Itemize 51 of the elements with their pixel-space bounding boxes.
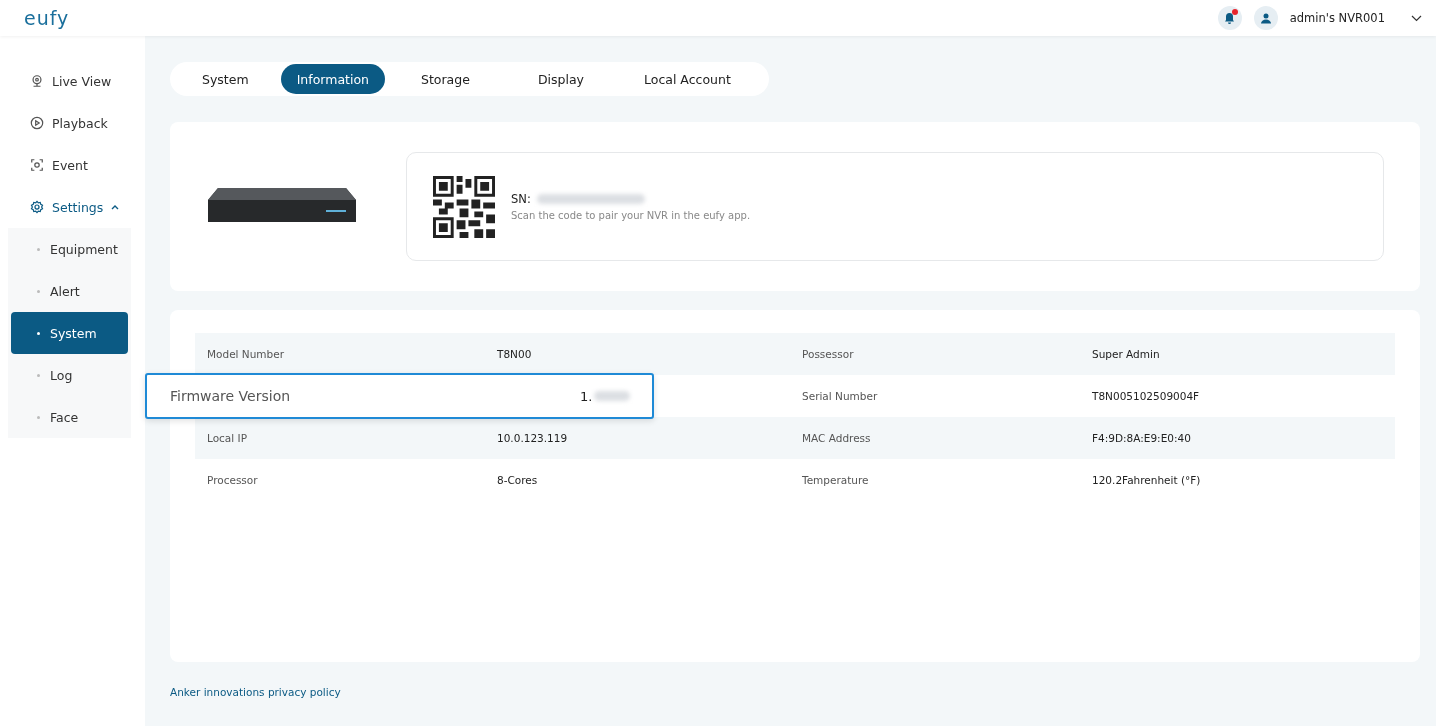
tab[interactable]: System xyxy=(174,64,277,94)
info-value: 8-Cores xyxy=(497,474,539,486)
info-label: Firmware Version xyxy=(170,388,292,404)
submenu-item[interactable]: Alert xyxy=(11,270,128,312)
sn-label: SN: xyxy=(511,192,531,206)
pairing-hint: Scan the code to pair your NVR in the eufy app. xyxy=(511,210,751,221)
info-label: MAC Address xyxy=(802,432,872,444)
submenu-item[interactable]: Log xyxy=(11,354,128,396)
focus-icon xyxy=(30,158,44,172)
bullet-icon xyxy=(37,331,40,335)
notification-button[interactable] xyxy=(1217,6,1242,30)
play-icon xyxy=(30,116,44,130)
info-value: T8N005102509004F xyxy=(1092,390,1201,402)
sidebar-item[interactable]: Playback xyxy=(0,102,145,144)
info-value: 120.2Fahrenheit (°F) xyxy=(1092,474,1202,486)
chevron-down-icon[interactable] xyxy=(1411,14,1422,22)
sidebar-item[interactable]: Event xyxy=(0,144,145,186)
info-label: Model Number xyxy=(207,348,286,360)
sidebar-item[interactable]: Live View xyxy=(0,60,145,102)
bullet-icon xyxy=(37,415,40,419)
info-label: Possessor xyxy=(802,348,855,360)
info-value: 1. xyxy=(580,388,652,404)
settings-icon xyxy=(30,200,44,214)
submenu-item[interactable]: System xyxy=(11,312,128,354)
caret-up-icon xyxy=(111,204,120,210)
submenu-item[interactable]: Equipment xyxy=(11,228,128,270)
bullet-icon xyxy=(37,289,40,293)
tab[interactable]: Display xyxy=(505,64,616,94)
bell-icon xyxy=(1224,12,1236,24)
qr-code-icon xyxy=(433,175,495,238)
bullet-icon xyxy=(37,247,40,251)
info-value: T8N00 xyxy=(497,348,533,360)
sidebar-item[interactable]: Settings xyxy=(0,186,145,228)
info-label: Local IP xyxy=(207,432,248,444)
submenu-item[interactable]: Face xyxy=(11,396,128,438)
tab[interactable]: Local Account xyxy=(620,64,755,94)
avatar-button[interactable] xyxy=(1253,6,1278,30)
privacy-policy-link[interactable]: Anker innovations privacy policy xyxy=(170,686,341,698)
info-value: 10.0.123.119 xyxy=(497,432,569,444)
info-value: F4:9D:8A:E9:E0:40 xyxy=(1092,432,1192,444)
bullet-icon xyxy=(37,373,40,377)
tab[interactable]: Storage xyxy=(389,64,502,94)
logo: eufy xyxy=(24,7,70,29)
info-label: Temperature xyxy=(802,474,870,486)
info-value: Super Admin xyxy=(1092,348,1161,360)
user-icon xyxy=(1260,12,1271,24)
tab[interactable]: Information xyxy=(280,64,385,94)
info-label: Processor xyxy=(207,474,259,486)
account-name[interactable]: admin's NVR001 xyxy=(1289,11,1385,25)
camera-icon xyxy=(30,74,44,88)
info-label: Serial Number xyxy=(802,390,879,402)
